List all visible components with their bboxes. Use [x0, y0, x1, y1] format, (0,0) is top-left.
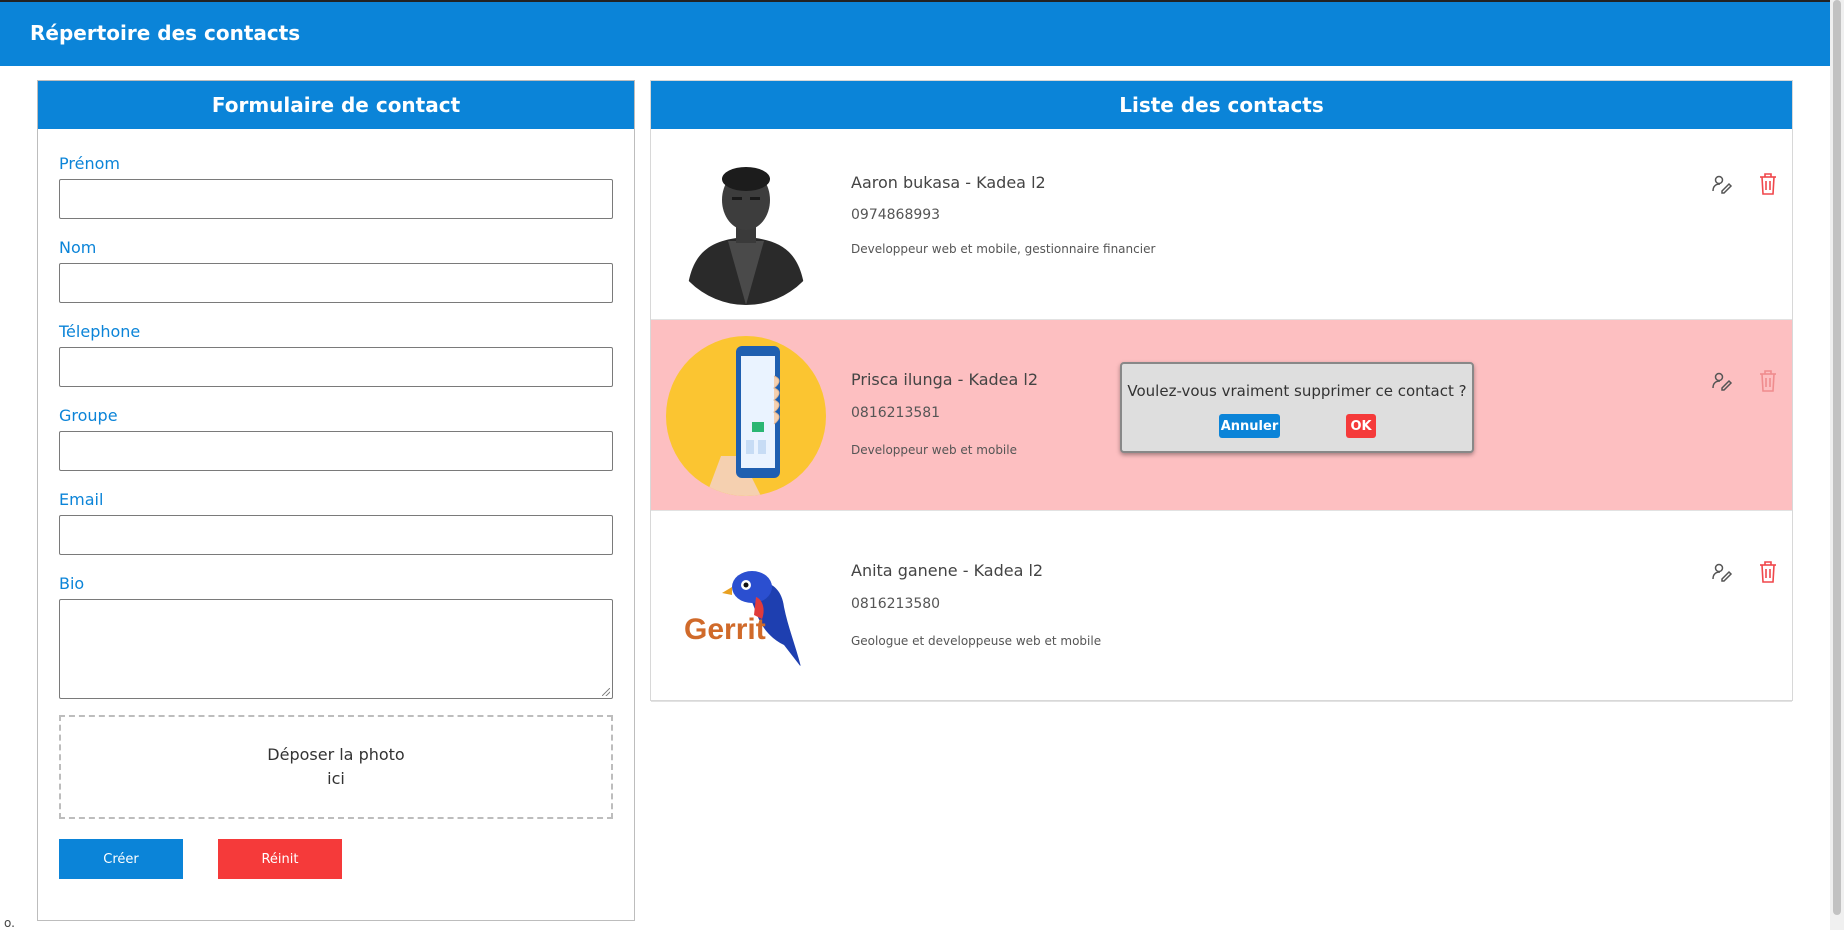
contact-form-panel: Formulaire de contact Prénom Nom Télepho… — [37, 80, 635, 921]
cancel-button[interactable]: Annuler — [1219, 414, 1280, 438]
contact-name: Prisca ilunga - Kadea l2 — [851, 370, 1039, 389]
trash-icon[interactable] — [1757, 172, 1779, 196]
corner-text: o. — [4, 916, 15, 930]
app-header: Répertoire des contacts — [0, 0, 1830, 66]
contact-name: Anita ganene - Kadea l2 — [851, 561, 1044, 580]
bio-textarea[interactable] — [59, 599, 613, 699]
lastname-input[interactable] — [59, 263, 613, 303]
confirm-message: Voulez-vous vraiment supprimer ce contac… — [1127, 382, 1467, 400]
app-title: Répertoire des contacts — [30, 21, 301, 45]
svg-text:Gerrit: Gerrit — [684, 613, 766, 646]
trash-icon[interactable] — [1757, 560, 1779, 584]
contact-bio: Developpeur web et mobile — [851, 443, 1017, 457]
email-input[interactable] — [59, 515, 613, 555]
dropzone-text-line1: Déposer la photo — [267, 745, 405, 764]
contact-bio: Developpeur web et mobile, gestionnaire … — [851, 242, 1156, 256]
firstname-input[interactable] — [59, 179, 613, 219]
avatar — [666, 145, 826, 305]
page-scrollbar[interactable] — [1830, 0, 1844, 930]
phone-input[interactable] — [59, 347, 613, 387]
trash-icon[interactable] — [1757, 369, 1779, 393]
contact-phone: 0816213581 — [851, 405, 941, 421]
scrollbar-thumb[interactable] — [1833, 0, 1841, 915]
reset-button[interactable]: Réinit — [218, 839, 342, 879]
ok-button[interactable]: OK — [1346, 414, 1376, 438]
contact-phone: 0816213580 — [851, 596, 941, 612]
phone-label: Télephone — [59, 322, 141, 341]
avatar: Gerrit — [666, 527, 826, 687]
lastname-label: Nom — [59, 238, 97, 257]
dropzone-text-line2: ici — [327, 769, 345, 788]
edit-contact-icon[interactable] — [1711, 173, 1733, 195]
bio-label: Bio — [59, 574, 85, 593]
resize-grip[interactable] — [602, 688, 610, 696]
email-label: Email — [59, 490, 104, 509]
contact-name: Aaron bukasa - Kadea l2 — [851, 173, 1046, 192]
photo-dropzone[interactable]: Déposer la photo ici — [59, 715, 613, 819]
group-input[interactable] — [59, 431, 613, 471]
create-button[interactable]: Créer — [59, 839, 183, 879]
firstname-label: Prénom — [59, 154, 120, 173]
contact-phone: 0974868993 — [851, 207, 941, 223]
contact-bio: Geologue et developpeuse web et mobile — [851, 634, 1102, 648]
form-title: Formulaire de contact — [38, 81, 634, 129]
contact-card: Gerrit Anita ganene - Kadea l2 081621358… — [651, 511, 1792, 702]
group-label: Groupe — [59, 406, 118, 425]
edit-contact-icon[interactable] — [1711, 370, 1733, 392]
list-title: Liste des contacts — [651, 81, 1792, 129]
edit-contact-icon[interactable] — [1711, 561, 1733, 583]
delete-confirm-dialog: Voulez-vous vraiment supprimer ce contac… — [1120, 362, 1474, 453]
avatar — [666, 336, 826, 496]
contact-card: Aaron bukasa - Kadea l2 0974868993 Devel… — [651, 129, 1792, 320]
